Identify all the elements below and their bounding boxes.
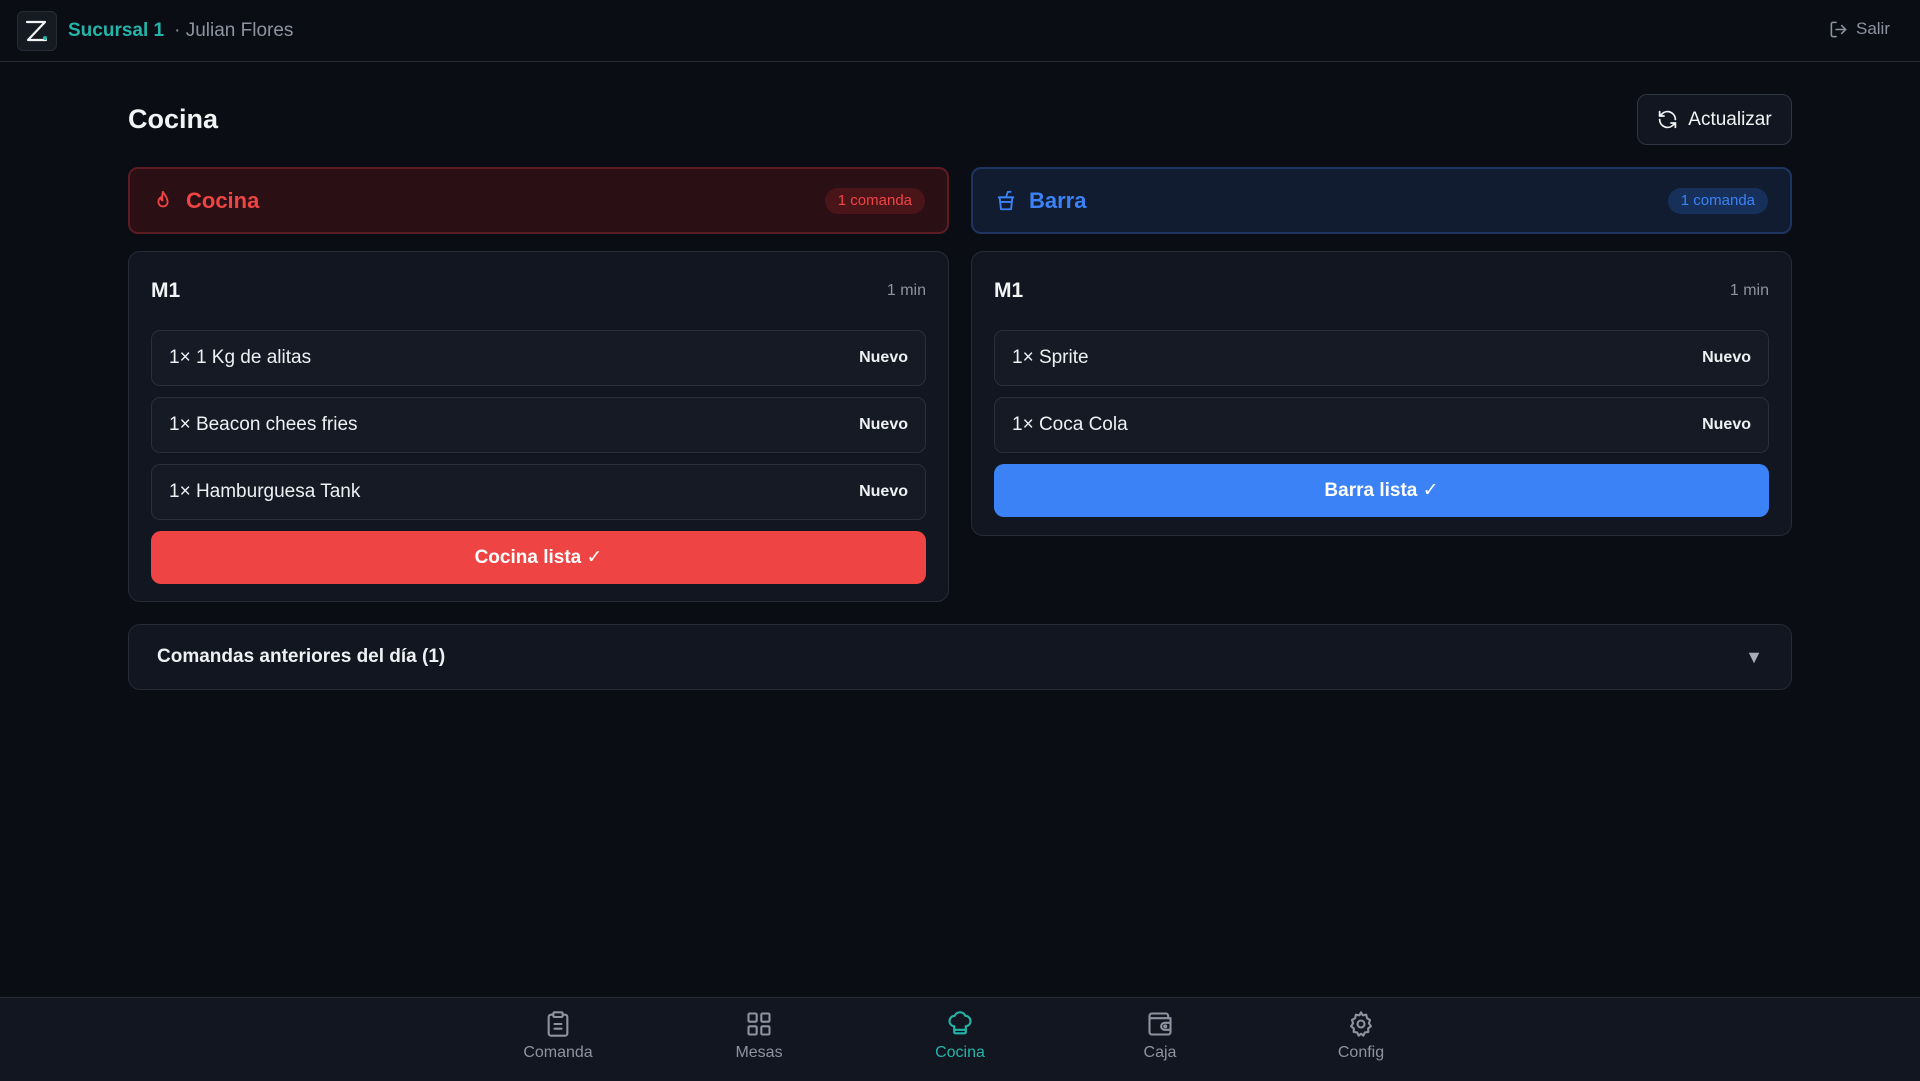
order-item[interactable]: 1× Hamburguesa Tank Nuevo bbox=[151, 464, 926, 520]
order-item[interactable]: 1× Coca Cola Nuevo bbox=[994, 397, 1769, 453]
order-item[interactable]: 1× Sprite Nuevo bbox=[994, 330, 1769, 386]
logout-label: Salir bbox=[1855, 19, 1890, 38]
logout-button[interactable]: Salir bbox=[1829, 19, 1890, 39]
grid-icon bbox=[747, 1012, 771, 1036]
order-card-header: M1 1 min bbox=[151, 252, 926, 330]
station-badge-cocina: 1 comanda bbox=[824, 187, 925, 214]
nav-label: Comanda bbox=[523, 1044, 593, 1061]
nav-label: Mesas bbox=[735, 1044, 783, 1061]
order-item-status: Nuevo bbox=[1702, 416, 1751, 433]
order-item-status: Nuevo bbox=[859, 416, 908, 433]
order-item-status: Nuevo bbox=[859, 483, 908, 500]
nav-item-comanda[interactable]: Comanda bbox=[498, 1010, 618, 1062]
app-logo[interactable] bbox=[17, 10, 57, 51]
station-name-barra: Barra bbox=[1029, 187, 1087, 213]
nav-label: Caja bbox=[1143, 1044, 1177, 1061]
refresh-icon bbox=[1659, 110, 1677, 129]
nav-item-cocina[interactable]: Cocina bbox=[900, 1010, 1020, 1062]
order-item-label: 1× Coca Cola bbox=[1012, 414, 1128, 435]
nav-item-config[interactable]: Config bbox=[1301, 1010, 1421, 1062]
order-item-label: 1× Beacon chees fries bbox=[169, 414, 358, 435]
logout-icon bbox=[1830, 21, 1847, 37]
barra-ready-button[interactable]: Barra lista ✓ bbox=[994, 464, 1769, 517]
flame-icon bbox=[157, 190, 169, 207]
order-item-status: Nuevo bbox=[1702, 349, 1751, 366]
order-item-label: 1× Hamburguesa Tank bbox=[169, 481, 361, 502]
elapsed-time: 1 min bbox=[1729, 282, 1769, 299]
station-header-cocina: Cocina 1 comanda bbox=[128, 167, 949, 234]
page-title: Cocina bbox=[128, 104, 219, 134]
previous-orders-toggle[interactable]: Comandas anteriores del día (1) ▼ bbox=[128, 624, 1792, 690]
station-name-cocina: Cocina bbox=[186, 187, 260, 213]
order-card-cocina: M1 1 min 1× 1 Kg de alitas Nuevo 1× Beac… bbox=[128, 251, 949, 602]
refresh-button[interactable]: Actualizar bbox=[1637, 94, 1792, 145]
table-name: M1 bbox=[151, 279, 181, 302]
cup-icon bbox=[997, 190, 1015, 210]
gear-icon bbox=[1350, 1011, 1372, 1037]
station-badge-barra: 1 comanda bbox=[1667, 187, 1768, 214]
order-item-status: Nuevo bbox=[859, 349, 908, 366]
order-item[interactable]: 1× 1 Kg de alitas Nuevo bbox=[151, 330, 926, 386]
order-card-header: M1 1 min bbox=[994, 252, 1769, 330]
nav-label: Cocina bbox=[935, 1044, 985, 1061]
order-item-label: 1× Sprite bbox=[1012, 347, 1089, 368]
elapsed-time: 1 min bbox=[886, 282, 926, 299]
nav-item-mesas[interactable]: Mesas bbox=[699, 1010, 819, 1062]
order-item[interactable]: 1× Beacon chees fries Nuevo bbox=[151, 397, 926, 453]
user-name: · Julian Flores bbox=[174, 19, 294, 41]
order-card-barra: M1 1 min 1× Sprite Nuevo 1× Coca Cola Nu… bbox=[971, 251, 1792, 536]
chef-hat-icon bbox=[948, 1011, 972, 1035]
nav-item-caja[interactable]: Caja bbox=[1100, 1010, 1220, 1062]
bottom-nav: Comanda Mesas Cocina Caja Config bbox=[0, 997, 1920, 1081]
previous-orders-label: Comandas anteriores del día (1) bbox=[157, 646, 446, 667]
caret-down-icon: ▼ bbox=[1745, 646, 1763, 667]
nav-label: Config bbox=[1337, 1044, 1385, 1061]
branch-name: Sucursal 1 bbox=[68, 19, 165, 41]
wallet-icon bbox=[1148, 1012, 1172, 1036]
clipboard-icon bbox=[547, 1011, 569, 1037]
logo-dot bbox=[43, 35, 47, 40]
table-name: M1 bbox=[994, 279, 1024, 302]
cocina-ready-button[interactable]: Cocina lista ✓ bbox=[151, 531, 926, 584]
top-bar: Sucursal 1 · Julian Flores Salir bbox=[0, 0, 1920, 62]
station-header-barra: Barra 1 comanda bbox=[971, 167, 1792, 234]
refresh-label: Actualizar bbox=[1688, 108, 1772, 130]
order-item-label: 1× 1 Kg de alitas bbox=[169, 347, 312, 368]
